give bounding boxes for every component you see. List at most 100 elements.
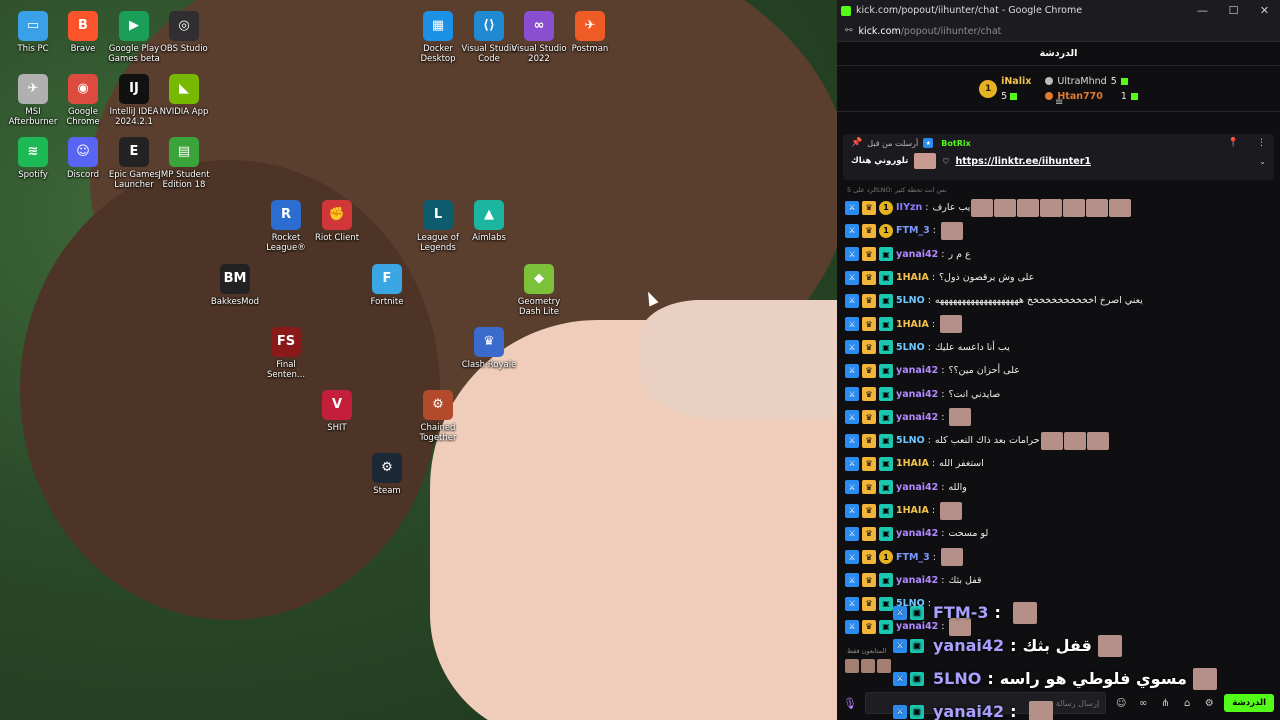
maximize-icon[interactable]: ☐ [1218,4,1249,17]
desktop-icon[interactable]: F Fortnite [357,258,417,307]
app-icon: ≋ [18,137,48,167]
chat-username[interactable]: 1HAIA [896,505,929,516]
overlay-username: FTM-3 [933,603,989,622]
chat-username[interactable]: 5LNO [896,342,925,353]
chat-username[interactable]: yanai42 [896,249,938,260]
chat-message[interactable]: ⚔ ♛ 1 FTM_3: [845,545,1276,568]
chat-message[interactable]: ⚔ ♛ ▣ 1HAIA: على وش يرقصون ذول؟ [845,266,1276,289]
chat-username[interactable]: 5LNO [896,435,925,446]
crown-badge-icon: ♛ [862,340,876,355]
chat-message[interactable]: ⚔ ♛ ▣ yanai42: والله [845,476,1276,499]
chat-message[interactable]: ⚔ ♛ ▣ 5LNO: يعني اصرخ اخخخخخخخخخخخ ههههههههه… [845,289,1276,312]
desktop-icon-label: Geometry Dash Lite [517,297,561,317]
moderator-badge-icon: ⚔ [845,223,859,238]
moderator-badge-icon: ⚔ [845,293,859,308]
chat-message[interactable]: ⚔ ♛ ▣ yanai42: على أحزان مين؟؟ [845,359,1276,382]
chat-message[interactable]: ⚔ ♛ 1 FTM_3: [845,219,1276,242]
chat-message[interactable]: ⚔ ♛ ▣ 1HAIA: [845,312,1276,335]
subscriber-badge-icon: ▣ [879,480,893,495]
desktop-icon[interactable]: ✈ Postman [560,5,620,54]
chat-message[interactable]: ⚔ ♛ ▣ 1HAIA: [845,499,1276,522]
chat-username[interactable]: 1HAIA [896,458,929,469]
pinned-author[interactable]: BotRix [941,139,970,148]
crown-badge-icon: ♛ [862,503,876,518]
desktop-icon[interactable]: ▲ Aimlabs [459,194,519,243]
desktop-icon[interactable]: BM BakkesMod [205,258,265,307]
app-icon: ✈ [18,74,48,104]
chat-username[interactable]: 5LNO [896,295,925,306]
address-bar[interactable]: ⚯ kick.com/popout/iihunter/chat [837,21,1280,42]
chat-username[interactable]: yanai42 [896,412,938,423]
chat-username[interactable]: IIYzn [896,202,922,213]
app-icon: ⚙ [372,453,402,483]
expand-pinned-icon[interactable]: ⌄ [1259,157,1266,166]
desktop-icon[interactable]: ◣ NVIDIA App [154,68,214,117]
send-chat-button[interactable]: الدردشة [1224,694,1274,712]
emote-image [1028,700,1053,720]
desktop-icon[interactable]: ⚙ Chained Together [408,384,468,443]
emote[interactable] [861,659,875,673]
chat-message[interactable]: ⚔ ♛ ▣ yanai42: ع م ر [845,243,1276,266]
desktop-icon-label: SHIT [327,423,347,433]
app-icon: IJ [119,74,149,104]
unpin-icon[interactable]: 📍 [1228,138,1239,148]
pinned-by-label: أرسلت من قبل [867,138,919,148]
leaderboard-first-name: iNalix [1001,75,1032,87]
chat-message[interactable]: ⚔ ♛ ▣ yanai42: [845,406,1276,429]
collapse-leaderboard-icon[interactable]: ≡ [1055,97,1063,108]
crown-badge-icon: ♛ [862,387,876,402]
app-icon: ▲ [474,200,504,230]
chat-username[interactable]: yanai42 [896,365,938,376]
window-titlebar[interactable]: kick.com/popout/iihunter/chat - Google C… [837,0,1280,21]
pinned-link[interactable]: https://linktr.ee/iihunter1 [955,156,1091,167]
chat-message[interactable]: ⚔ ♛ 1 IIYzn: يب عارف [845,196,1276,219]
chat-username[interactable]: 1HAIA [896,319,929,330]
chat-message[interactable]: ⚔ ♛ ▣ yanai42: لو مسحت [845,522,1276,545]
desktop-icon[interactable]: ⚙ Steam [357,447,417,496]
emote-image [1063,431,1086,450]
chat-message[interactable]: ⚔ ♛ ▣ 5LNO: حرامات بعد ذاك التعب كله [845,429,1276,452]
app-icon: E [119,137,149,167]
app-icon: F [372,264,402,294]
chat-username[interactable]: yanai42 [896,575,938,586]
rank-badge-icon [1045,92,1054,100]
chat-message[interactable]: ⚔ ♛ ▣ 1HAIA: استغفر الله [845,452,1276,475]
desktop-icon[interactable]: FS Final Senten... [256,321,316,380]
subscriber-badge-icon: ▣ [910,605,924,620]
app-icon: BM [220,264,250,294]
minimize-icon[interactable]: — [1187,4,1218,17]
desktop-icon[interactable]: ✊ Riot Client [307,194,367,243]
chat-username[interactable]: yanai42 [896,528,938,539]
desktop-icon[interactable]: ▤ JMP Student Edition 18 [154,131,214,190]
subscriber-badge-icon: ▣ [910,671,924,686]
leaderboard-first[interactable]: 1 iNalix 5 [979,76,1031,102]
crown-badge-icon: ♛ [862,223,876,238]
subscriber-badge-icon: ▣ [879,456,893,471]
chat-username[interactable]: FTM_3 [896,552,930,563]
emote-image [1109,198,1132,217]
chat-message[interactable]: ⚔ ♛ ▣ 5LNO: يب أنا داعسه عليك [845,336,1276,359]
emote[interactable] [877,659,891,673]
desktop-icon[interactable]: ◎ OBS Studio [154,5,214,54]
desktop-icon[interactable]: ♛ Clash Royale [459,321,519,370]
close-icon[interactable]: ✕ [1249,4,1280,17]
chat-username[interactable]: yanai42 [896,389,938,400]
chat-message[interactable]: ⚔ ♛ ▣ yanai42: صايدني انت؟ [845,382,1276,405]
emote-strip [845,659,891,673]
app-icon: ▶ [119,11,149,41]
more-options-icon[interactable]: ⋮ [1257,138,1266,148]
desktop-icon[interactable]: ◆ Geometry Dash Lite [509,258,569,317]
chat-username[interactable]: 1HAIA [896,272,929,283]
microphone-icon[interactable]: 🎙 [843,697,857,710]
pinned-message: 📌 أرسلت من قبل ★ BotRix 📍 ⋮ تلوروني هناك… [843,134,1274,180]
leaderboard-entry[interactable]: UltraMhnd 5 [1045,76,1138,87]
chat-message-text: على أحزان مين؟؟ [948,365,1020,377]
overlay-text: قفل بثك [1022,636,1092,655]
site-info-icon[interactable]: ⚯ [845,26,853,36]
chat-message[interactable]: ⚔ ♛ ▣ yanai42: قفل بثك [845,569,1276,592]
desktop-icon[interactable]: V SHIT [307,384,367,433]
chat-username[interactable]: FTM_3 [896,225,930,236]
emote[interactable] [845,659,859,673]
emote-image [940,315,963,334]
chat-username[interactable]: yanai42 [896,482,938,493]
